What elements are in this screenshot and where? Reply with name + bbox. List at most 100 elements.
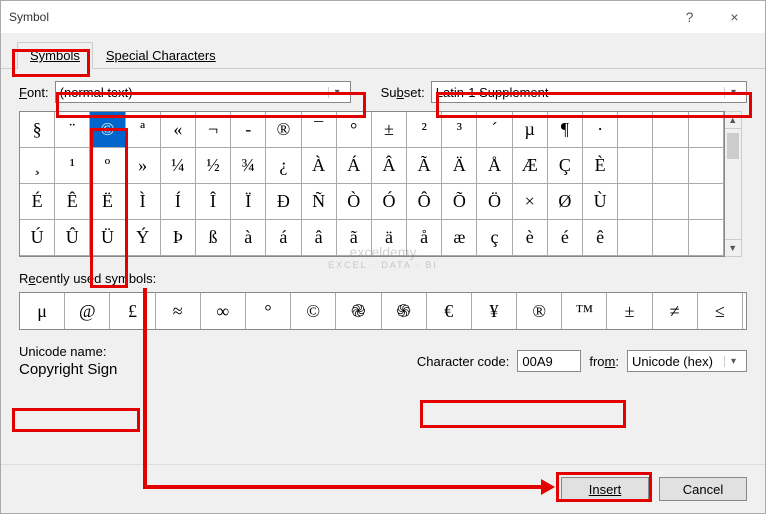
symbol-cell[interactable]: Ã — [407, 148, 442, 184]
help-button[interactable]: ? — [667, 2, 712, 32]
symbol-cell[interactable]: Ï — [231, 184, 266, 220]
symbol-cell[interactable]: « — [161, 112, 196, 148]
symbol-cell[interactable]: ¸ — [20, 148, 55, 184]
scroll-track[interactable] — [725, 129, 741, 239]
recent-symbol-cell[interactable]: ֎ — [336, 293, 381, 329]
symbol-cell[interactable]: Ý — [126, 220, 161, 256]
symbol-cell[interactable]: Ô — [407, 184, 442, 220]
symbol-cell[interactable]: Ñ — [302, 184, 337, 220]
symbol-cell[interactable]: × — [513, 184, 548, 220]
symbol-cell[interactable]: É — [20, 184, 55, 220]
symbol-cell[interactable]: À — [302, 148, 337, 184]
from-select[interactable]: Unicode (hex) ▾ — [627, 350, 747, 372]
symbol-cell[interactable]: ² — [407, 112, 442, 148]
scroll-up-button[interactable]: ▲ — [725, 112, 741, 129]
symbol-cell[interactable]: Ó — [372, 184, 407, 220]
recent-symbol-cell[interactable]: μ — [20, 293, 65, 329]
symbol-cell[interactable] — [653, 148, 688, 184]
recent-symbol-cell[interactable]: ֍ — [382, 293, 427, 329]
recent-symbol-cell[interactable]: © — [291, 293, 336, 329]
symbol-cell[interactable]: Î — [196, 184, 231, 220]
recent-symbol-cell[interactable]: ™ — [562, 293, 607, 329]
symbol-cell[interactable]: Õ — [442, 184, 477, 220]
symbol-cell[interactable]: ¨ — [55, 112, 90, 148]
recent-grid[interactable]: μ@£≈∞°©֎֍€¥®™±≠≤ — [19, 292, 747, 330]
symbol-cell[interactable]: Ç — [548, 148, 583, 184]
symbol-cell[interactable]: Ð — [266, 184, 301, 220]
symbol-cell[interactable]: ã — [337, 220, 372, 256]
symbol-cell[interactable]: ³ — [442, 112, 477, 148]
symbol-cell[interactable]: ¼ — [161, 148, 196, 184]
symbol-cell[interactable]: Ê — [55, 184, 90, 220]
symbol-cell[interactable]: µ — [513, 112, 548, 148]
recent-symbol-cell[interactable]: € — [427, 293, 472, 329]
symbol-cell[interactable]: Ë — [90, 184, 125, 220]
symbol-grid[interactable]: §¨©ª«¬-®¯°±²³´µ¶· ¸¹º»¼½¾¿ÀÁÂÃÄÅÆÇÈÉÊËÌÍ… — [19, 111, 725, 257]
tab-symbols[interactable]: Symbols — [17, 42, 93, 69]
symbol-cell[interactable]: ¬ — [196, 112, 231, 148]
close-button[interactable]: × — [712, 2, 757, 32]
symbol-cell[interactable] — [653, 220, 688, 256]
symbol-cell[interactable]: å — [407, 220, 442, 256]
symbol-cell[interactable] — [689, 220, 724, 256]
symbol-cell[interactable]: © — [90, 112, 125, 148]
scroll-down-button[interactable]: ▼ — [725, 239, 741, 256]
symbol-cell[interactable]: à — [231, 220, 266, 256]
recent-symbol-cell[interactable]: ≈ — [156, 293, 201, 329]
symbol-cell[interactable]: ª — [126, 112, 161, 148]
symbol-cell[interactable]: Å — [477, 148, 512, 184]
recent-symbol-cell[interactable]: ± — [607, 293, 652, 329]
symbol-cell[interactable]: º — [90, 148, 125, 184]
symbol-cell[interactable]: Ú — [20, 220, 55, 256]
symbol-cell[interactable]: ¾ — [231, 148, 266, 184]
recent-symbol-cell[interactable]: ∞ — [201, 293, 246, 329]
insert-button[interactable]: Insert — [561, 477, 649, 501]
symbol-cell[interactable]: Ò — [337, 184, 372, 220]
tab-special-characters[interactable]: Special Characters — [93, 42, 229, 69]
symbol-cell[interactable]: ´ — [477, 112, 512, 148]
symbol-cell[interactable]: â — [302, 220, 337, 256]
symbol-cell[interactable]: ê — [583, 220, 618, 256]
symbol-cell[interactable]: § — [20, 112, 55, 148]
symbol-cell[interactable]: Í — [161, 184, 196, 220]
recent-symbol-cell[interactable]: ° — [246, 293, 291, 329]
charcode-input[interactable] — [517, 350, 581, 372]
recent-symbol-cell[interactable]: @ — [65, 293, 110, 329]
symbol-cell[interactable] — [689, 148, 724, 184]
recent-symbol-cell[interactable]: ≠ — [653, 293, 698, 329]
symbol-cell[interactable]: » — [126, 148, 161, 184]
symbol-cell[interactable]: · — [583, 112, 618, 148]
symbol-cell[interactable]: è — [513, 220, 548, 256]
symbol-cell[interactable]: é — [548, 220, 583, 256]
symbol-cell[interactable] — [689, 184, 724, 220]
symbol-cell[interactable]: Â — [372, 148, 407, 184]
symbol-cell[interactable]: Ø — [548, 184, 583, 220]
symbol-cell[interactable]: æ — [442, 220, 477, 256]
symbol-cell[interactable]: ß — [196, 220, 231, 256]
symbol-cell[interactable] — [618, 220, 653, 256]
symbol-cell[interactable]: á — [266, 220, 301, 256]
symbol-cell[interactable]: ä — [372, 220, 407, 256]
cancel-button[interactable]: Cancel — [659, 477, 747, 501]
symbol-cell[interactable]: Ü — [90, 220, 125, 256]
scroll-thumb[interactable] — [727, 133, 739, 159]
symbol-cell[interactable] — [653, 112, 688, 148]
symbol-cell[interactable]: ® — [266, 112, 301, 148]
symbol-cell[interactable] — [618, 112, 653, 148]
symbol-cell[interactable]: Þ — [161, 220, 196, 256]
grid-scrollbar[interactable]: ▲ ▼ — [725, 111, 742, 257]
symbol-cell[interactable]: Û — [55, 220, 90, 256]
symbol-cell[interactable]: ç — [477, 220, 512, 256]
symbol-cell[interactable]: ¯ — [302, 112, 337, 148]
symbol-cell[interactable]: Ì — [126, 184, 161, 220]
font-select[interactable]: (normal text) ▾ — [55, 81, 351, 103]
symbol-cell[interactable]: È — [583, 148, 618, 184]
symbol-cell[interactable] — [618, 184, 653, 220]
recent-symbol-cell[interactable]: ¥ — [472, 293, 517, 329]
symbol-cell[interactable]: ± — [372, 112, 407, 148]
symbol-cell[interactable]: Ä — [442, 148, 477, 184]
symbol-cell[interactable]: Ù — [583, 184, 618, 220]
symbol-cell[interactable]: Æ — [513, 148, 548, 184]
symbol-cell[interactable]: ¹ — [55, 148, 90, 184]
recent-symbol-cell[interactable]: ≤ — [698, 293, 743, 329]
